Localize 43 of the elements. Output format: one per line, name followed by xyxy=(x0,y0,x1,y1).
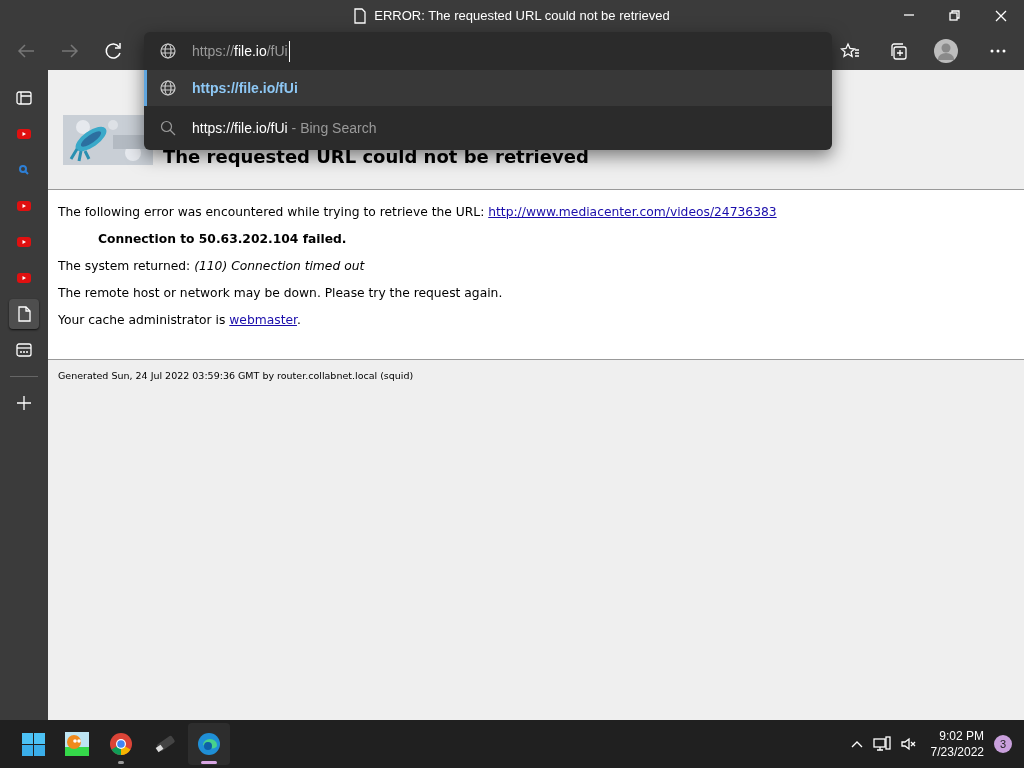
advice-text: The remote host or network may be down. Please try the request again. xyxy=(58,285,504,301)
globe-icon xyxy=(160,43,176,59)
forward-icon xyxy=(61,42,79,60)
video-play-icon xyxy=(16,198,32,214)
video-play-icon xyxy=(16,270,32,286)
more-icon xyxy=(990,49,1006,53)
star-list-icon xyxy=(840,42,860,60)
windows-icon xyxy=(21,732,45,756)
admin-text: Your cache administrator is webmaster. xyxy=(58,312,302,328)
page-icon xyxy=(354,8,367,24)
tabs-icon xyxy=(16,90,32,106)
sidebar-item[interactable] xyxy=(9,299,39,329)
error-text: The following error was encountered while trying to retrieve the URL: http://www.mediacenter.com/videos/24736383 xyxy=(58,204,778,220)
refresh-icon xyxy=(105,42,123,60)
back-icon xyxy=(17,42,35,60)
url-link[interactable]: http://www.mediacenter.com/videos/24736383 xyxy=(488,205,777,219)
collections-icon xyxy=(889,42,907,60)
avatar-icon xyxy=(934,39,958,63)
footer-text: Generated Sun, 24 Jul 2022 03:59:36 GMT by router.collabnet.local (squid) xyxy=(57,369,415,383)
mute-icon xyxy=(900,737,917,751)
chevron-up-icon xyxy=(850,740,863,748)
close-icon xyxy=(995,10,1007,22)
calendar-icon xyxy=(16,342,32,358)
search-icon xyxy=(160,120,176,136)
clock[interactable]: 9:02 PM 7/23/2022 xyxy=(926,728,988,760)
system-text: The system returned: (110) Connection timed out xyxy=(58,258,366,274)
video-play-icon xyxy=(16,126,32,142)
webmaster-link[interactable]: webmaster xyxy=(229,313,297,327)
notification-badge[interactable]: 3 xyxy=(994,735,1012,753)
character-icon xyxy=(65,732,89,756)
failure-text: Connection to 50.63.202.104 failed. xyxy=(97,231,348,247)
browser-icon xyxy=(109,732,133,756)
window-title: ERROR: The requested URL could not be retrieved xyxy=(374,7,670,26)
suggestion-item[interactable]: https://file.io/fUi xyxy=(144,70,832,106)
address-field[interactable]: https://file.io/fUi xyxy=(192,40,290,62)
globe-icon xyxy=(160,80,176,96)
network-icon xyxy=(872,736,891,752)
video-play-icon xyxy=(16,234,32,250)
page-icon xyxy=(16,306,32,322)
edge-icon xyxy=(197,732,221,756)
taskbar-app[interactable] xyxy=(188,723,230,765)
plus-icon xyxy=(16,395,32,411)
restore-icon xyxy=(949,10,961,22)
